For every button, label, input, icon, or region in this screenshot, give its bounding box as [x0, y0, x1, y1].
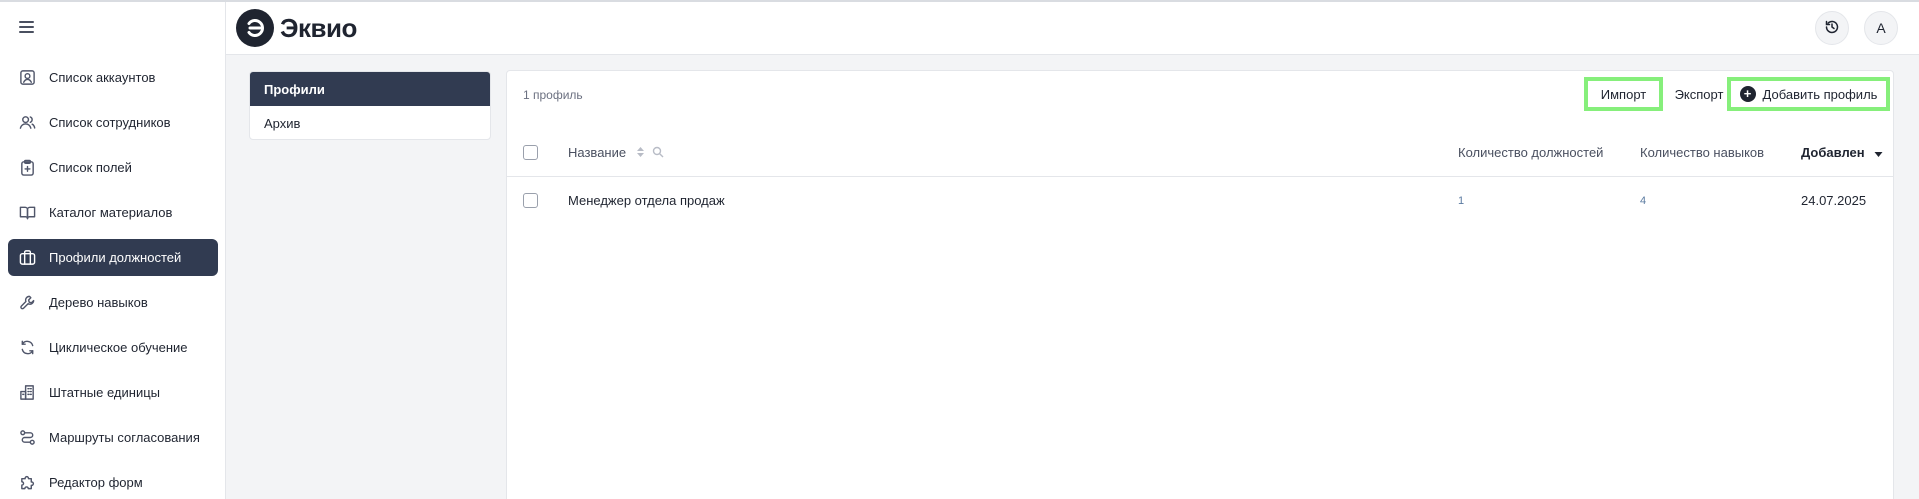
briefcase-icon — [18, 249, 36, 267]
users-icon — [18, 114, 36, 132]
sidebar-item-label: Маршруты согласования — [49, 430, 200, 445]
sidebar: Список аккаунтов Список сотрудников Спис… — [0, 2, 226, 499]
logo-text: Эквио — [280, 12, 357, 43]
sidebar-item-label: Циклическое обучение — [49, 340, 188, 355]
import-label: Импорт — [1600, 86, 1647, 102]
import-button[interactable]: Импорт — [1584, 77, 1663, 111]
sidebar-item-label: Список полей — [49, 160, 132, 175]
logo-icon — [236, 9, 274, 47]
route-icon — [18, 429, 36, 447]
column-header-positions[interactable]: Количество должностей — [1458, 145, 1603, 160]
sort-icon[interactable] — [636, 146, 645, 161]
column-header-name[interactable]: Название — [568, 145, 664, 161]
sidebar-item-job-profiles[interactable]: Профили должностей — [8, 239, 218, 276]
skills-count[interactable]: 4 — [1640, 195, 1646, 207]
table-header: Название Количество должностей Количеств… — [507, 129, 1893, 177]
sidebar-item-fields[interactable]: Список полей — [8, 149, 218, 186]
profiles-count: 1 профиль — [523, 88, 583, 102]
column-name-label: Название — [568, 145, 627, 160]
refresh-icon — [18, 339, 36, 357]
sidebar-item-employees[interactable]: Список сотрудников — [8, 104, 218, 141]
history-button[interactable] — [1815, 11, 1849, 45]
logo[interactable]: Эквио — [236, 8, 357, 48]
book-open-icon — [18, 204, 36, 222]
sidebar-item-cyclic-training[interactable]: Циклическое обучение — [8, 329, 218, 366]
profiles-table-card: 1 профиль Импорт Экспорт + Добавить проф… — [506, 70, 1894, 499]
tab-archive[interactable]: Архив — [250, 106, 490, 139]
sidebar-nav: Список аккаунтов Список сотрудников Спис… — [8, 59, 218, 499]
plus-circle-icon: + — [1739, 86, 1756, 102]
sidebar-item-form-editor[interactable]: Редактор форм — [8, 464, 218, 499]
sidebar-item-accounts[interactable]: Список аккаунтов — [8, 59, 218, 96]
tab-profiles[interactable]: Профили — [250, 72, 490, 106]
search-icon[interactable] — [652, 146, 664, 161]
sidebar-item-approval-routes[interactable]: Маршруты согласования — [8, 419, 218, 456]
puzzle-icon — [18, 474, 36, 492]
export-label: Экспорт — [1674, 86, 1724, 102]
sort-desc-icon[interactable] — [1874, 146, 1883, 161]
profile-name[interactable]: Менеджер отдела продаж — [568, 193, 725, 208]
positions-count[interactable]: 1 — [1458, 195, 1464, 207]
sidebar-item-materials[interactable]: Каталог материалов — [8, 194, 218, 231]
avatar[interactable]: А — [1864, 11, 1898, 45]
menu-icon[interactable] — [16, 18, 38, 36]
sidebar-item-label: Профили должностей — [49, 250, 182, 265]
table-row[interactable]: Менеджер отдела продаж 1 4 24.07.2025 — [507, 177, 1893, 225]
sidebar-item-staff-units[interactable]: Штатные единицы — [8, 374, 218, 411]
account-card-icon — [18, 69, 36, 87]
sidebar-item-label: Дерево навыков — [49, 295, 148, 310]
added-date: 24.07.2025 — [1801, 193, 1867, 208]
export-button[interactable]: Экспорт — [1669, 77, 1729, 111]
sidebar-item-label: Список сотрудников — [49, 115, 171, 130]
column-added-label: Добавлен — [1801, 145, 1865, 160]
select-all-checkbox[interactable] — [523, 145, 538, 160]
sidebar-item-skill-tree[interactable]: Дерево навыков — [8, 284, 218, 321]
history-icon — [1824, 19, 1840, 38]
top-header: Эквио А — [226, 2, 1919, 55]
building-icon — [18, 384, 36, 402]
row-checkbox[interactable] — [523, 193, 538, 208]
column-header-added[interactable]: Добавлен — [1801, 145, 1883, 161]
sidebar-item-label: Каталог материалов — [49, 205, 173, 220]
sidebar-item-label: Штатные единицы — [49, 385, 161, 400]
column-header-skills[interactable]: Количество навыков — [1640, 145, 1764, 160]
sidebar-item-label: Редактор форм — [49, 475, 143, 490]
add-profile-label: Добавить профиль — [1762, 86, 1878, 102]
clipboard-plus-icon — [18, 159, 36, 177]
add-profile-button[interactable]: + Добавить профиль — [1727, 77, 1890, 111]
wrench-icon — [18, 294, 36, 312]
profiles-subnav: Профили Архив — [249, 71, 491, 140]
sidebar-item-label: Список аккаунтов — [49, 70, 156, 85]
